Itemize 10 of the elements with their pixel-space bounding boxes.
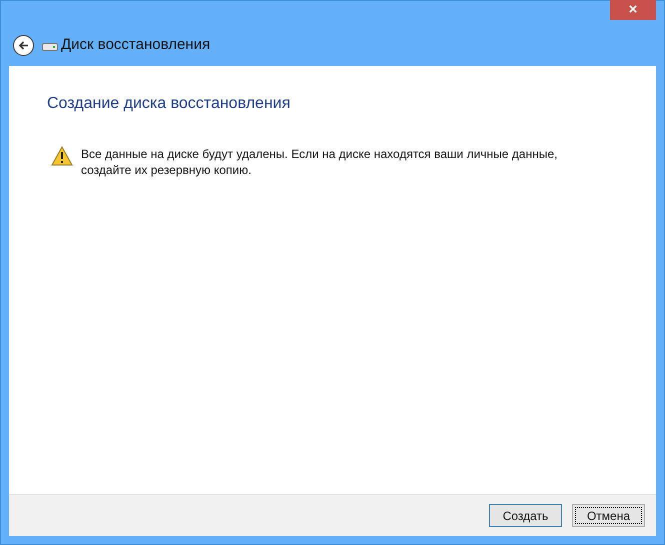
warning-message: Все данные на диске будут удалены. Если на диске находятся ваши личные данные, создайте их резервную копию. — [81, 146, 558, 178]
dialog-button[interactable]: Отмена — [572, 504, 645, 527]
back-button[interactable] — [13, 35, 34, 56]
dialog-button[interactable]: Создать — [489, 504, 562, 527]
back-arrow-icon — [18, 40, 29, 51]
warning-icon — [51, 146, 73, 166]
page-heading: Создание диска восстановления — [47, 94, 292, 114]
close-button[interactable]: × — [610, 0, 656, 20]
drive-icon — [42, 40, 58, 50]
window-title: Диск восстановления — [61, 35, 210, 56]
